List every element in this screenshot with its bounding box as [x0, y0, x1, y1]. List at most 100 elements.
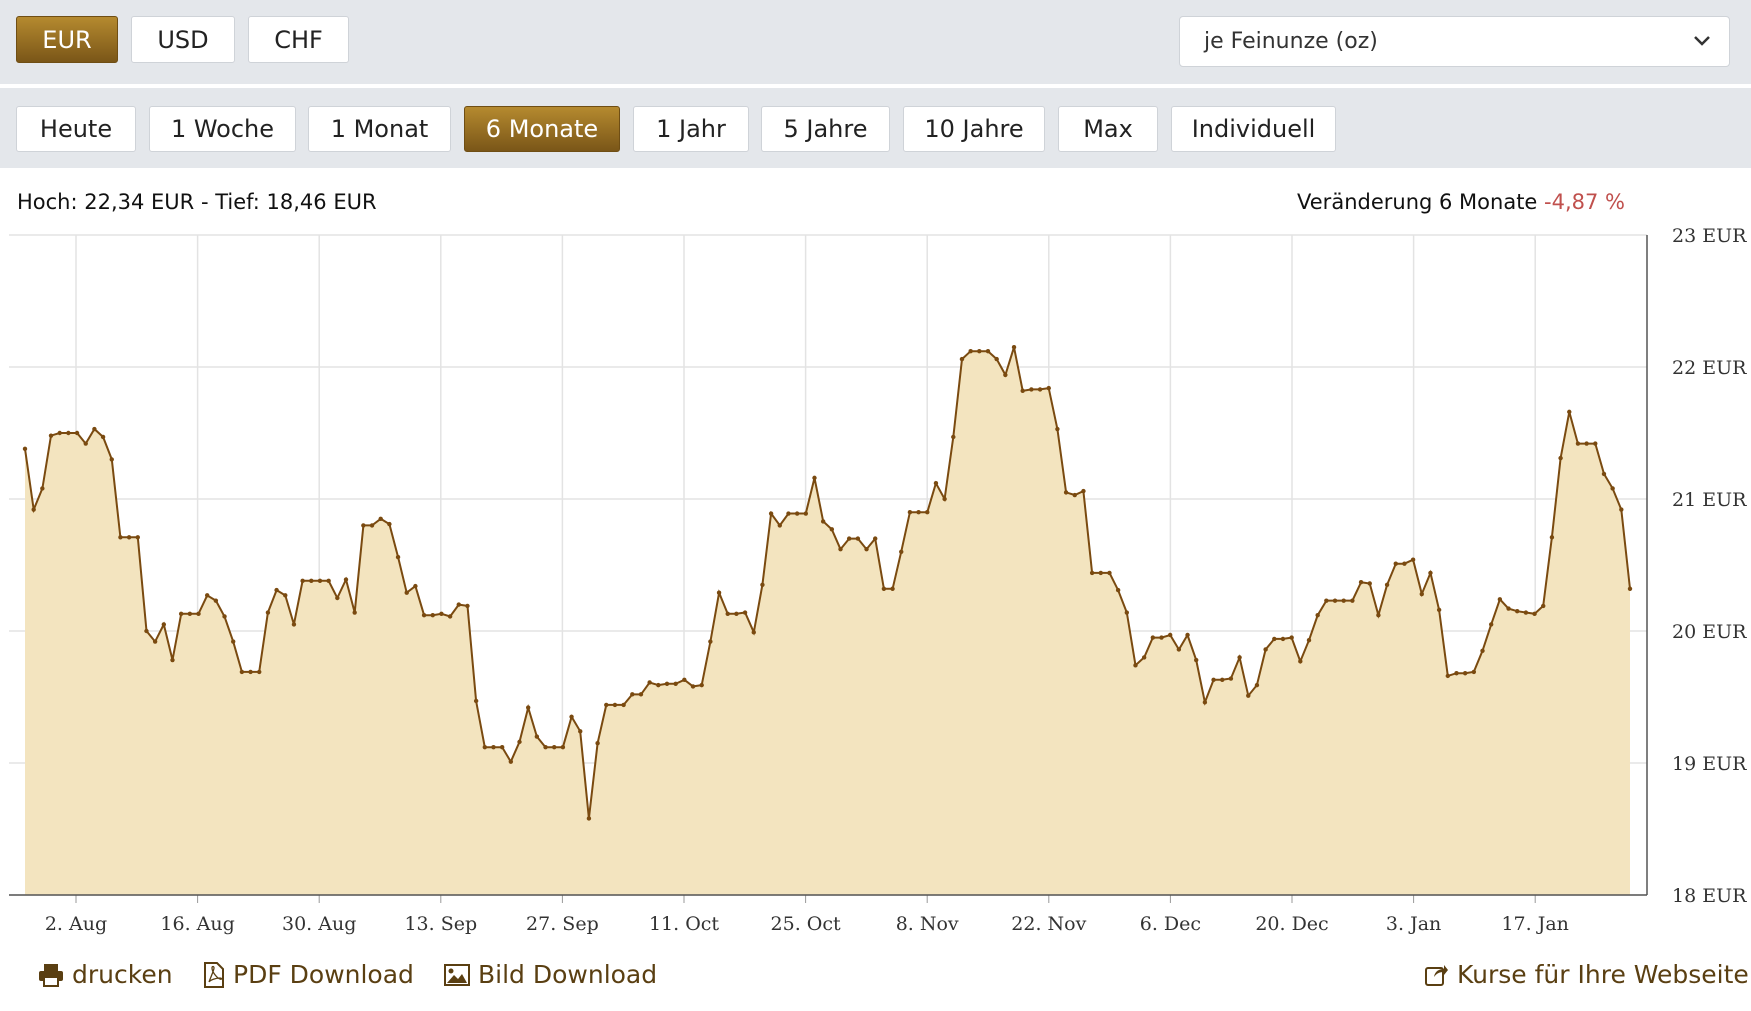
price-point: [239, 669, 245, 675]
price-point: [855, 536, 861, 541]
price-point: [1107, 570, 1112, 576]
price-point: [1619, 507, 1624, 512]
currency-tab-eur[interactable]: EUR: [16, 16, 118, 63]
image-download-link[interactable]: Bild Download: [444, 960, 657, 989]
image-icon: [444, 963, 470, 986]
price-point: [664, 681, 670, 686]
price-point: [734, 611, 739, 617]
price-point: [1072, 492, 1077, 498]
price-point: [1384, 582, 1390, 587]
price-point: [378, 516, 383, 521]
embed-rates-link[interactable]: Kurse für Ihre Webseite: [1425, 960, 1749, 989]
currency-tab-usd[interactable]: USD: [131, 16, 235, 63]
currency-tab-chf[interactable]: CHF: [248, 16, 349, 63]
period-tab-1-monat[interactable]: 1 Monat: [308, 106, 451, 152]
price-point: [317, 578, 323, 584]
period-tab-6-monate[interactable]: 6 Monate: [464, 106, 620, 152]
price-point: [812, 475, 817, 481]
period-tab-5-jahre[interactable]: 5 Jahre: [761, 106, 890, 152]
unit-select[interactable]: je Feinunze (oz): [1179, 16, 1730, 67]
price-point: [326, 578, 331, 584]
price-point: [508, 759, 514, 764]
price-point: [751, 630, 756, 635]
price-point: [100, 434, 106, 440]
price-point: [1358, 579, 1364, 585]
price-point: [1324, 598, 1329, 603]
period-tab-max[interactable]: Max: [1058, 106, 1158, 152]
price-point: [1124, 610, 1130, 615]
price-point: [1436, 607, 1442, 613]
price-point: [517, 739, 522, 745]
price-point: [57, 430, 62, 436]
price-point: [1237, 655, 1242, 660]
price-point: [716, 590, 722, 595]
period-tab-heute[interactable]: Heute: [16, 106, 136, 152]
x-tick-label: 13. Sep: [404, 913, 477, 935]
price-point: [656, 682, 661, 688]
price-point: [196, 611, 201, 617]
x-tick-label: 27. Sep: [526, 913, 599, 935]
change-stat: Veränderung 6 Monate -4,87 %: [1297, 190, 1625, 214]
price-point: [1298, 659, 1303, 664]
y-tick-label: 20 EUR: [1672, 621, 1747, 643]
period-tab-individuell[interactable]: Individuell: [1171, 106, 1336, 152]
image-download-label: Bild Download: [478, 960, 658, 989]
price-point: [413, 583, 418, 589]
price-point: [1506, 606, 1511, 611]
price-point: [1445, 673, 1451, 679]
chevron-down-icon: [1694, 36, 1710, 46]
price-point: [638, 692, 644, 697]
price-point: [846, 536, 852, 541]
price-point: [1228, 676, 1234, 681]
price-point: [1046, 385, 1051, 391]
price-point: [31, 507, 36, 512]
price-point: [1567, 409, 1572, 415]
price-point: [569, 714, 574, 719]
price-point: [465, 603, 470, 609]
price-point: [1098, 570, 1103, 576]
price-point: [899, 549, 904, 554]
price-point: [439, 611, 444, 617]
price-point: [1089, 570, 1095, 576]
price-point: [673, 681, 678, 686]
price-point: [118, 535, 123, 540]
price-point: [291, 622, 297, 627]
x-tick-label: 17. Jan: [1501, 913, 1568, 935]
price-point: [977, 348, 982, 354]
price-point: [1462, 671, 1468, 676]
price-point: [473, 698, 479, 704]
period-tab-1-jahr[interactable]: 1 Jahr: [633, 106, 749, 152]
x-tick-label: 3. Jan: [1386, 913, 1441, 935]
print-link[interactable]: drucken: [38, 960, 173, 989]
price-point: [343, 577, 349, 582]
price-point: [1150, 635, 1156, 640]
price-point: [48, 433, 54, 438]
price-point: [864, 546, 869, 552]
price-point: [942, 496, 947, 502]
price-point: [83, 441, 88, 446]
price-point: [1306, 638, 1312, 643]
period-tab-1-woche[interactable]: 1 Woche: [149, 106, 296, 152]
price-point: [92, 426, 97, 432]
y-tick-label: 23 EUR: [1672, 225, 1747, 247]
price-point: [447, 614, 453, 619]
price-point: [40, 486, 45, 491]
price-point: [968, 348, 973, 354]
price-point: [257, 669, 262, 675]
price-point: [1220, 677, 1225, 683]
price-point: [482, 744, 488, 750]
price-point: [1627, 586, 1633, 591]
price-point: [1011, 345, 1017, 350]
period-tab-10-jahre[interactable]: 10 Jahre: [903, 106, 1045, 152]
price-point: [456, 602, 461, 607]
price-point: [361, 523, 366, 528]
price-point: [204, 593, 210, 598]
price-point: [222, 614, 227, 619]
price-point: [1541, 603, 1546, 609]
price-point: [491, 744, 496, 750]
price-point: [1020, 388, 1025, 393]
price-point: [1263, 647, 1268, 652]
pdf-download-link[interactable]: PDF Download: [203, 960, 414, 989]
price-point: [1055, 426, 1060, 432]
price-point: [1133, 663, 1138, 668]
